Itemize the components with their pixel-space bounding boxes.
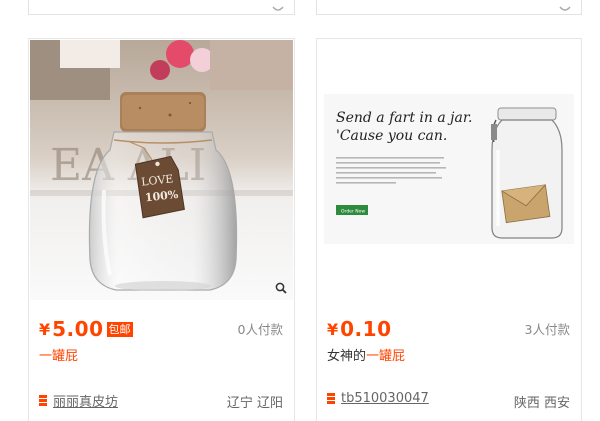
price-value: 5.00 [52, 317, 104, 341]
svg-text:Send a fart in a jar.: Send a fart in a jar. [336, 110, 472, 126]
currency-symbol: ¥ [39, 319, 51, 339]
shop-list-icon [39, 395, 47, 406]
location-text: 辽宁 辽阳 [226, 396, 283, 411]
price-row: ¥ 5.00 包邮 [39, 315, 133, 343]
previous-product-card[interactable] [316, 0, 582, 15]
shop-name-link[interactable]: 丽丽真皮坊 [53, 391, 118, 410]
price-value: 0.10 [340, 317, 392, 341]
free-shipping-badge: 包邮 [106, 321, 133, 337]
product-title-link[interactable]: 一罐屁 [39, 345, 78, 364]
location-text: 陕西 西安 [513, 396, 570, 411]
currency-symbol: ¥ [327, 319, 339, 339]
product-image[interactable]: EA ALI LOVE 100% [30, 40, 293, 300]
cropped-icon [559, 6, 571, 11]
previous-product-card[interactable] [28, 0, 295, 15]
product-card[interactable]: EA ALI LOVE 100% [28, 38, 295, 421]
product-image[interactable]: Send a fart in a jar. 'Cause you can. Or… [318, 40, 580, 300]
svg-text:Order Now: Order Now [341, 209, 365, 215]
product-card[interactable]: Send a fart in a jar. 'Cause you can. Or… [316, 38, 582, 421]
title-keyword: 一罐屁 [39, 349, 79, 364]
price-row: ¥ 0.10 [327, 315, 392, 343]
fart-jar-banner: Send a fart in a jar. 'Cause you can. Or… [318, 40, 580, 300]
svg-text:'Cause you can.: 'Cause you can. [336, 128, 447, 144]
cropped-icon [272, 6, 284, 11]
shop-name-link[interactable]: tb510030047 [341, 391, 429, 406]
magnifier-icon[interactable] [275, 282, 287, 294]
shop-row: tb510030047 [327, 391, 429, 406]
shop-list-icon [327, 393, 335, 404]
title-keyword: 一罐屁 [366, 349, 406, 364]
paid-count: 3人付款 [524, 322, 570, 337]
title-prefix: 女神的 [327, 349, 367, 364]
cork-jar-photo: EA ALI LOVE 100% [30, 40, 293, 300]
paid-count: 0人付款 [237, 322, 283, 337]
product-title-link[interactable]: 女神的一罐屁 [327, 345, 405, 364]
shop-row: 丽丽真皮坊 [39, 391, 118, 410]
